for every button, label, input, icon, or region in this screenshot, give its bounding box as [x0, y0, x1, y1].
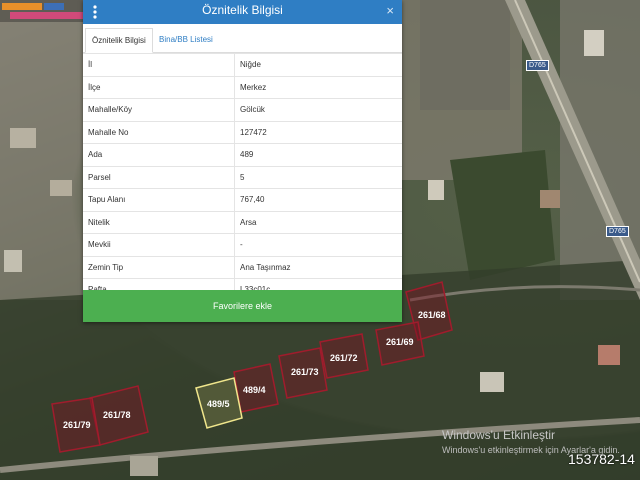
row-value: 489 [234, 143, 402, 166]
table-row: Parsel 5 [83, 165, 402, 189]
dialog-tabs: Öznitelik Bilgisi Bina/BB Listesi [83, 24, 402, 53]
close-icon[interactable]: × [386, 3, 394, 18]
row-value: - [234, 233, 402, 256]
parcel-label: 261/69 [386, 337, 414, 347]
parcel-label: 489/4 [243, 385, 266, 395]
tab-attribute-info[interactable]: Öznitelik Bilgisi [85, 28, 153, 53]
row-value: Niğde [234, 53, 402, 76]
row-value: 767,40 [234, 188, 402, 211]
row-key: Zemin Tip [83, 255, 235, 279]
tab-building-list[interactable]: Bina/BB Listesi [153, 28, 219, 51]
table-row: Tapu Alanı 767,40 [83, 188, 402, 211]
dialog-title: Öznitelik Bilgisi [202, 3, 283, 17]
row-key: İlçe [83, 75, 235, 99]
row-value: Arsa [234, 210, 402, 234]
row-key: Parsel [83, 165, 235, 189]
row-value: 127472 [234, 120, 402, 144]
windows-activation-title: Windows'u Etkinleştir [442, 428, 555, 442]
attribute-table: İl Niğde İlçe Merkez Mahalle/Köy Gölcük Mah… [83, 53, 402, 301]
row-value: Gölcük [234, 98, 402, 121]
listing-number: 153782-14 [568, 451, 635, 467]
row-value: 5 [234, 165, 402, 189]
parcel-label: 261/68 [418, 310, 446, 320]
table-row: Mahalle/Köy Gölcük [83, 98, 402, 121]
row-key: Mahalle No [83, 120, 235, 144]
row-key: Mahalle/Köy [83, 98, 235, 121]
row-value: Ana Taşınmaz [234, 255, 402, 279]
brand-logo [0, 0, 92, 22]
table-row: İlçe Merkez [83, 75, 402, 99]
parcel-label: 261/78 [103, 410, 131, 420]
attribute-info-dialog: Öznitelik Bilgisi × Öznitelik Bilgisi Bi… [83, 0, 402, 322]
table-row: Zemin Tip Ana Taşınmaz [83, 255, 402, 279]
row-key: Nitelik [83, 210, 235, 234]
row-key: Mevkii [83, 233, 235, 256]
table-row: Mahalle No 127472 [83, 120, 402, 144]
parcel-label: 489/5 [207, 399, 230, 409]
table-row: Ada 489 [83, 143, 402, 166]
table-row: Mevkii - [83, 233, 402, 256]
table-row: Nitelik Arsa [83, 210, 402, 234]
row-key: Ada [83, 143, 235, 166]
parcel-label: 261/79 [63, 420, 91, 430]
add-to-favorites-button[interactable]: Favorilere ekle [83, 290, 402, 322]
row-key: Tapu Alanı [83, 188, 235, 211]
dialog-header: Öznitelik Bilgisi × [83, 0, 402, 24]
row-key: İl [83, 53, 235, 76]
table-row: İl Niğde [83, 53, 402, 76]
parcel-label: 261/73 [291, 367, 319, 377]
row-value: Merkez [234, 75, 402, 99]
parcel-label: 261/72 [330, 353, 358, 363]
road-label: D765 [526, 60, 549, 71]
road-label: D765 [606, 226, 629, 237]
